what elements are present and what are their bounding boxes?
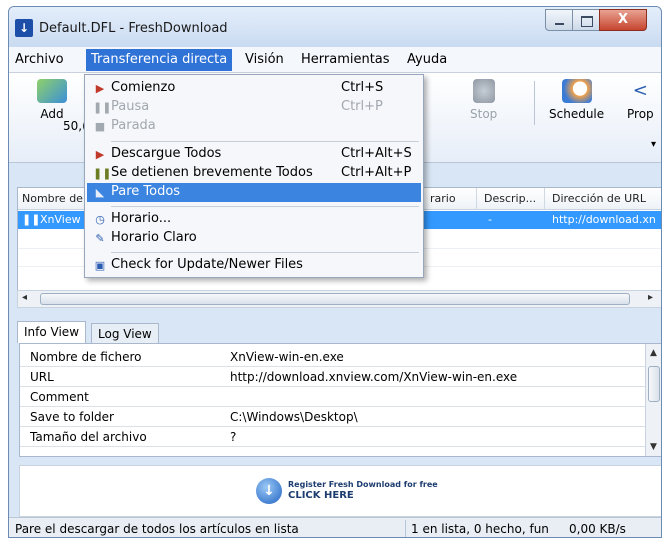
schedule-label: Schedule <box>549 107 605 121</box>
maximize-button[interactable] <box>572 9 600 31</box>
menu-ayuda[interactable]: Ayuda <box>407 52 447 67</box>
info-value: http://download.xnview.com/XnView-win-en… <box>230 370 518 384</box>
transferencia-dropdown-menu: ▶ Comienzo Ctrl+S ❚❚ Pausa Ctrl+P ■ Para… <box>84 74 424 278</box>
status-counts: 1 en lista, 0 hecho, fun <box>411 522 549 536</box>
stop-all-icon: ◣ <box>95 186 105 199</box>
horizontal-scroll-thumb[interactable] <box>40 293 630 305</box>
close-button[interactable]: X <box>599 9 647 31</box>
vertical-scroll-thumb[interactable] <box>648 366 660 402</box>
banner-line2[interactable]: CLICK HERE <box>288 490 354 501</box>
menu-archivo[interactable]: Archivo <box>15 52 64 67</box>
info-value: ? <box>230 430 237 444</box>
view-tabs: Info View Log View <box>17 321 661 343</box>
column-header-name[interactable]: Nombre de <box>22 192 83 205</box>
title-bar[interactable]: ↓ Default.DFL - FreshDownload X <box>9 7 661 47</box>
menu-transferencia-directa[interactable]: Transferencia directa <box>86 49 233 71</box>
info-row-file-size: Tamaño del archivo ? <box>20 428 646 447</box>
info-row-save-folder: Save to folder C:\Windows\Desktop\ <box>20 408 646 427</box>
vertical-scrollbar[interactable]: ▲ ▼ <box>645 344 661 456</box>
info-row-filename: Nombre de fichero XnView-win-en.exe <box>20 348 646 367</box>
menu-item-parada[interactable]: ■ Parada <box>87 117 421 136</box>
menu-item-descargue-todos[interactable]: ▶ Descargue Todos Ctrl+Alt+S <box>87 145 421 164</box>
row-name: XnView <box>40 213 81 226</box>
play-icon: ▶ <box>95 82 105 95</box>
scroll-up-icon[interactable]: ▲ <box>650 348 657 358</box>
freshdownload-app-icon: ↓ <box>15 19 33 37</box>
status-speed: 0,00 KB/s <box>569 522 626 536</box>
info-key: Comment <box>30 390 89 404</box>
download-all-icon: ▶ <box>95 148 105 161</box>
menu-bar: Archivo Transferencia directa Visión Her… <box>9 47 661 73</box>
info-panel: Nombre de fichero XnView-win-en.exe URL … <box>19 343 661 457</box>
register-banner[interactable]: ↓ Register Fresh Download for free CLICK… <box>19 465 661 517</box>
scroll-down-icon[interactable]: ▼ <box>650 442 657 452</box>
tab-log-view[interactable]: Log View <box>91 323 159 343</box>
schedule-button[interactable]: Schedule <box>549 79 604 121</box>
scroll-right-icon[interactable]: ▸ <box>648 292 653 303</box>
window-title: Default.DFL - FreshDownload <box>39 21 228 36</box>
download-arrow-icon: ↓ <box>256 478 282 504</box>
menu-vision[interactable]: Visión <box>245 52 284 67</box>
info-key: Nombre de fichero <box>30 350 142 364</box>
update-check-icon: ▣ <box>94 259 106 272</box>
status-bar: Pare el descargar de todos los artículos… <box>9 517 661 537</box>
properties-arrow-icon: < <box>632 80 648 101</box>
info-row-comment: Comment <box>20 388 646 407</box>
tab-info-view[interactable]: Info View <box>17 321 87 343</box>
minimize-button[interactable] <box>545 9 573 31</box>
status-divider <box>405 520 406 537</box>
info-key: URL <box>30 370 54 384</box>
menu-separator <box>111 141 419 142</box>
stop-label: Stop <box>470 107 498 121</box>
info-value: C:\Windows\Desktop\ <box>230 410 358 424</box>
row-url: http://download.xn <box>552 213 656 226</box>
stop-icon: ■ <box>94 120 106 133</box>
row-description: - <box>488 213 492 226</box>
menu-item-pausa[interactable]: ❚❚ Pausa Ctrl+P <box>87 98 421 117</box>
column-header-url[interactable]: Dirección de URL <box>552 192 646 205</box>
horizontal-scrollbar[interactable]: ◂ ▸ <box>17 290 661 308</box>
pause-all-icon: ❚❚ <box>93 167 112 180</box>
properties-label: Prop <box>627 107 654 121</box>
clear-schedule-icon: ✎ <box>95 232 105 245</box>
menu-item-horario-claro[interactable]: ✎ Horario Claro <box>87 229 421 248</box>
info-value: XnView-win-en.exe <box>230 350 344 364</box>
menu-separator <box>111 252 419 253</box>
pause-icon: ❚❚ <box>93 101 112 114</box>
menu-herramientas[interactable]: Herramientas <box>301 52 390 67</box>
menu-item-pare-todos[interactable]: ◣ Pare Todos <box>87 183 421 202</box>
info-row-url: URL http://download.xnview.com/XnView-wi… <box>20 368 646 387</box>
column-header-horario[interactable]: rario <box>430 192 456 205</box>
add-button[interactable]: Add <box>37 79 67 121</box>
schedule-clock-icon <box>561 79 592 103</box>
column-divider[interactable] <box>544 188 545 210</box>
menu-separator <box>111 206 419 207</box>
row-status-icon: ❚❚ <box>22 213 41 226</box>
info-key: Tamaño del archivo <box>30 430 147 444</box>
toolbar-divider <box>534 81 535 125</box>
banner-line1: Register Fresh Download for free <box>288 480 438 489</box>
clock-icon: ◷ <box>95 213 105 226</box>
stop-button[interactable]: Stop <box>470 79 497 121</box>
add-download-icon <box>37 79 67 103</box>
info-key: Save to folder <box>30 410 114 424</box>
menu-item-comienzo[interactable]: ▶ Comienzo Ctrl+S <box>87 79 421 98</box>
status-message: Pare el descargar de todos los artículos… <box>15 522 299 536</box>
stop-gear-icon <box>472 79 495 103</box>
menu-item-pause-todos[interactable]: ❚❚ Se detienen brevemente Todos Ctrl+Alt… <box>87 164 421 183</box>
toolbar-overflow-icon[interactable]: ▾ <box>651 139 656 150</box>
column-divider[interactable] <box>476 188 477 210</box>
properties-button[interactable]: < Prop <box>627 79 654 121</box>
add-label: Add <box>40 107 64 121</box>
scroll-left-icon[interactable]: ◂ <box>22 292 27 303</box>
menu-item-check-update[interactable]: ▣ Check for Update/Newer Files <box>87 256 421 275</box>
menu-item-horario[interactable]: ◷ Horario... <box>87 210 421 229</box>
column-header-description[interactable]: Descrip... <box>484 192 536 205</box>
